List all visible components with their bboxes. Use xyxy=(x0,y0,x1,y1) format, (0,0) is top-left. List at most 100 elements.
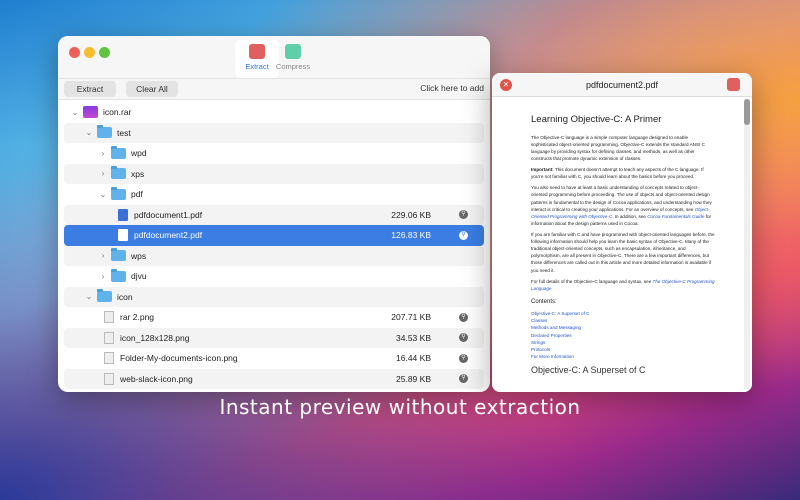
text: This document doesn't attempt to teach a… xyxy=(531,167,704,180)
contents-link[interactable]: For More Information xyxy=(531,353,715,360)
tree-row[interactable]: pdfdocument1.pdf 229.06 KB ⚲ xyxy=(64,204,484,225)
item-size: 207.71 KB xyxy=(391,312,431,323)
chevron-right-icon[interactable]: › xyxy=(98,251,108,260)
chevron-down-icon[interactable]: ⌄ xyxy=(84,128,94,137)
folder-icon xyxy=(97,289,112,303)
chevron-down-icon[interactable]: ⌄ xyxy=(84,292,94,301)
close-button[interactable] xyxy=(69,47,80,58)
file-icon xyxy=(104,352,114,365)
tab-label: Extract xyxy=(245,62,269,71)
scrollbar-thumb[interactable] xyxy=(744,99,750,125)
title-bar: Extract Compress xyxy=(58,36,490,78)
doc-paragraph: The Objective-C language is a simple com… xyxy=(531,134,705,162)
tree-row[interactable]: Folder-My-documents-icon.png 16.44 KB ⚲ xyxy=(64,348,484,369)
item-size: 25.89 KB xyxy=(396,373,431,384)
item-name: test xyxy=(117,127,131,138)
tree-row[interactable]: › xps xyxy=(64,163,484,184)
folder-icon xyxy=(111,268,126,282)
preview-title: pdfdocument2.pdf xyxy=(585,80,659,90)
add-files-link[interactable]: Click here to add xyxy=(420,83,484,93)
file-icon xyxy=(104,311,114,324)
toolbar: Extract Clear All Click here to add xyxy=(58,78,490,100)
tree-row[interactable]: › wpd xyxy=(64,143,484,164)
chevron-right-icon[interactable]: › xyxy=(98,149,108,158)
tree-row[interactable]: › wps xyxy=(64,245,484,266)
item-name: djvu xyxy=(131,271,147,282)
tree-row[interactable]: pdfdocument2.pdf 126.83 KB ⚲ xyxy=(64,225,484,246)
preview-magnifier-icon[interactable]: ⚲ xyxy=(459,210,468,220)
item-name: rar 2.png xyxy=(120,312,155,323)
doc-link[interactable]: Cocoa Fundamentals Guide xyxy=(647,214,704,219)
contents-link[interactable]: Declared Properties xyxy=(531,332,715,339)
pdf-icon xyxy=(118,208,128,221)
contents-link[interactable]: Classes xyxy=(531,317,715,324)
folder-icon xyxy=(111,186,126,200)
tree-row[interactable]: ⌄ pdf xyxy=(64,184,484,205)
chevron-down-icon[interactable]: ⌄ xyxy=(70,108,80,117)
tree-row[interactable]: icon_128x128.png 34.53 KB ⚲ xyxy=(64,327,484,348)
item-name: icon_128x128.png xyxy=(120,332,190,343)
folder-icon xyxy=(97,125,112,139)
text: . In addition, see xyxy=(612,213,648,219)
item-size: 16.44 KB xyxy=(396,353,431,364)
item-name: pdfdocument1.pdf xyxy=(134,209,203,220)
tree-row[interactable]: rar 2.png 207.71 KB ⚲ xyxy=(64,307,484,328)
folder-icon xyxy=(111,145,126,159)
minimize-button[interactable] xyxy=(84,47,95,58)
preview-magnifier-icon[interactable]: ⚲ xyxy=(459,374,468,384)
file-icon xyxy=(104,372,114,385)
tree-row[interactable]: web-slack-icon.png 25.89 KB ⚲ xyxy=(64,368,484,389)
preview-magnifier-icon[interactable]: ⚲ xyxy=(459,230,468,240)
tree-row[interactable]: ⌄ test xyxy=(64,122,484,143)
tree-row[interactable]: ⌄ icon.rar xyxy=(64,102,484,123)
section-heading: Objective-C: A Superset of C xyxy=(531,364,646,375)
pdf-document: Learning Objective-C: A Primer The Objec… xyxy=(492,97,752,392)
item-name: pdfdocument2.pdf xyxy=(134,230,203,241)
preview-title-bar: ✕ pdfdocument2.pdf xyxy=(492,73,752,97)
doc-paragraph: Important: This document doesn't attempt… xyxy=(531,166,715,180)
clear-all-button[interactable]: Clear All xyxy=(126,81,178,97)
preview-magnifier-icon[interactable]: ⚲ xyxy=(459,353,468,363)
tab-label: Compress xyxy=(275,62,311,71)
doc-paragraph: You also need to have at least a basic u… xyxy=(531,184,715,227)
text: For full details of the Objective-C lang… xyxy=(531,278,653,284)
preview-magnifier-icon[interactable]: ⚲ xyxy=(459,333,468,343)
tree-row[interactable]: ⌄ icon xyxy=(64,286,484,307)
zoom-button[interactable] xyxy=(99,47,110,58)
chevron-right-icon[interactable]: › xyxy=(98,169,108,178)
extract-box-icon xyxy=(249,44,265,59)
scrollbar[interactable] xyxy=(744,99,750,389)
chevron-down-icon[interactable]: ⌄ xyxy=(98,190,108,199)
file-icon xyxy=(104,331,114,344)
item-name: pdf xyxy=(131,189,143,200)
extract-file-icon[interactable] xyxy=(727,78,740,91)
text: You also need to have at least a basic u… xyxy=(531,185,712,212)
item-name: icon.rar xyxy=(103,107,132,118)
doc-paragraph: For full details of the Objective-C lang… xyxy=(531,278,715,292)
folder-icon xyxy=(111,248,126,262)
preview-window: ✕ pdfdocument2.pdf Learning Objective-C:… xyxy=(492,73,752,392)
contents-link[interactable]: Objective-C: A Superset of C xyxy=(531,310,715,317)
contents-heading: Contents: xyxy=(531,298,557,305)
chevron-right-icon[interactable]: › xyxy=(98,272,108,281)
tree-row[interactable]: › djvu xyxy=(64,266,484,287)
archive-tree: ⌄ icon.rar ⌄ test › wpd › xps ⌄ pdf pdfdocument1.p… xyxy=(58,100,490,389)
bold-text: Important: xyxy=(531,167,554,173)
item-size: 229.06 KB xyxy=(391,209,431,220)
rar-icon xyxy=(83,106,98,119)
contents-link[interactable]: Strings xyxy=(531,339,715,346)
item-name: wpd xyxy=(131,148,147,159)
doc-paragraph: If you are familiar with C and have prog… xyxy=(531,232,715,273)
preview-magnifier-icon[interactable]: ⚲ xyxy=(459,312,468,322)
item-name: xps xyxy=(131,168,145,179)
close-preview-icon[interactable]: ✕ xyxy=(500,79,512,91)
extract-button[interactable]: Extract xyxy=(64,81,116,97)
pdf-icon xyxy=(118,229,128,242)
item-size: 34.53 KB xyxy=(396,332,431,343)
folder-icon xyxy=(111,166,126,180)
contents-link[interactable]: Protocols xyxy=(531,346,715,353)
main-window: Extract Compress Extract Clear All Click… xyxy=(58,36,490,392)
caption: Instant preview without extraction xyxy=(219,395,581,419)
tab-compress[interactable]: Compress xyxy=(270,40,316,78)
contents-link[interactable]: Methods and Messaging xyxy=(531,324,715,331)
